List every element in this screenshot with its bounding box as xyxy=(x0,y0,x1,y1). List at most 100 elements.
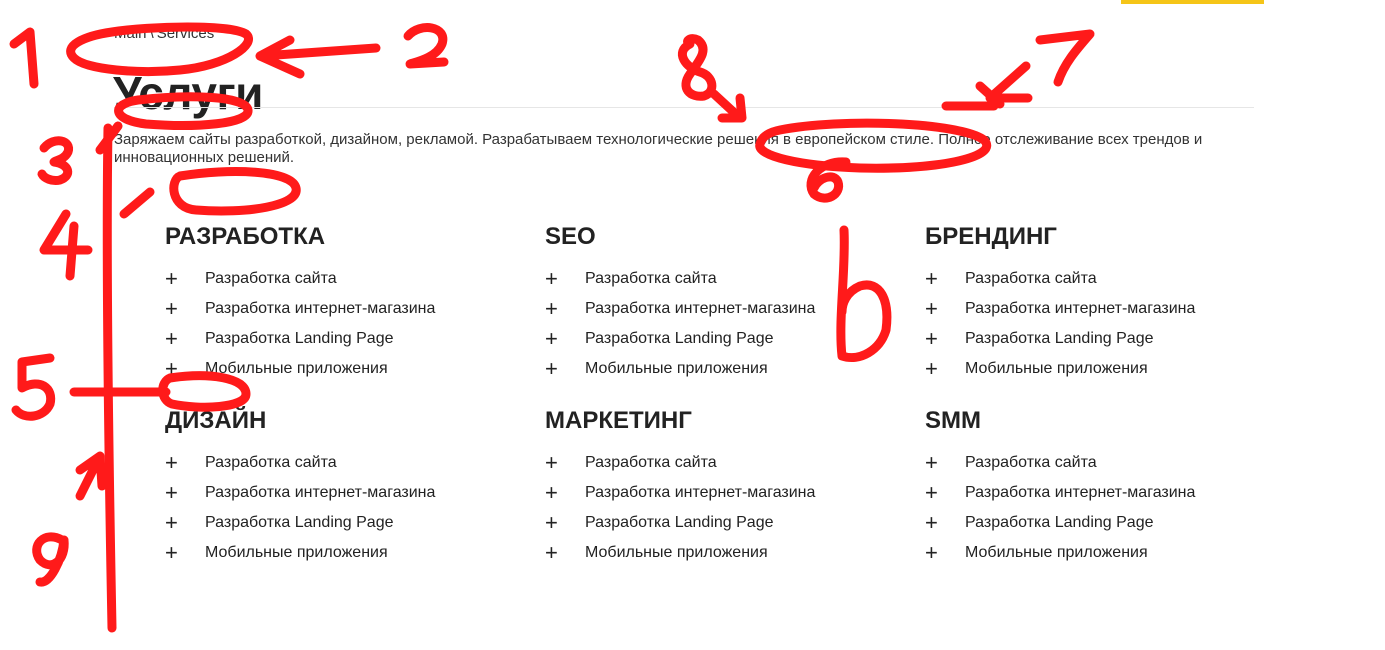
service-list-item[interactable]: + Разработка сайта xyxy=(925,448,1265,478)
service-list-item[interactable]: + Разработка интернет-магазина xyxy=(165,478,545,508)
service-link[interactable]: Разработка интернет-магазина xyxy=(965,300,1195,318)
plus-icon: + xyxy=(165,510,178,535)
plus-icon: + xyxy=(545,296,558,321)
plus-icon: + xyxy=(165,296,178,321)
service-section: РАЗРАБОТКА + Разработка сайта + Разработка и… xyxy=(165,222,545,384)
service-list-item[interactable]: + Разработка Landing Page xyxy=(165,324,545,354)
plus-icon: + xyxy=(165,450,178,475)
service-list-item[interactable]: + Разработка Landing Page xyxy=(925,508,1265,538)
plus-icon: + xyxy=(925,540,938,565)
plus-icon: + xyxy=(545,510,558,535)
annotation-number-5 xyxy=(11,353,56,421)
service-link[interactable]: Мобильные приложения xyxy=(585,544,768,562)
service-list-item[interactable]: + Разработка сайта xyxy=(545,264,925,294)
service-link[interactable]: Разработка сайта xyxy=(585,270,717,288)
section-title: SMM xyxy=(925,407,981,434)
service-link[interactable]: Разработка интернет-магазина xyxy=(205,484,435,502)
service-link[interactable]: Разработка Landing Page xyxy=(205,330,393,348)
service-section: МАРКЕТИНГ + Разработка сайта + Разработка ин… xyxy=(545,406,925,568)
service-list-item[interactable]: + Мобильные приложения xyxy=(165,354,545,384)
service-list: + Разработка сайта + Разработка интернет-ма… xyxy=(545,448,925,568)
service-list-item[interactable]: + Разработка интернет-магазина xyxy=(545,294,925,324)
service-link[interactable]: Разработка интернет-магазина xyxy=(585,484,815,502)
plus-icon: + xyxy=(545,326,558,351)
service-link[interactable]: Мобильные приложения xyxy=(585,360,768,378)
service-link[interactable]: Мобильные приложения xyxy=(205,544,388,562)
service-section: SEO + Разработка сайта + Разработка интернет… xyxy=(545,222,925,384)
plus-icon: + xyxy=(925,510,938,535)
service-list-item[interactable]: + Разработка интернет-магазина xyxy=(165,294,545,324)
annotation-tick-4 xyxy=(119,187,155,219)
service-link[interactable]: Разработка Landing Page xyxy=(965,514,1153,532)
service-list-item[interactable]: + Разработка интернет-магазина xyxy=(545,478,925,508)
service-link[interactable]: Разработка интернет-магазина xyxy=(965,484,1195,502)
section-title: ДИЗАЙН xyxy=(165,407,267,434)
service-list-item[interactable]: + Мобильные приложения xyxy=(545,354,925,384)
service-list: + Разработка сайта + Разработка интернет-ма… xyxy=(165,448,545,568)
plus-icon: + xyxy=(925,296,938,321)
plus-icon: + xyxy=(545,266,558,291)
service-section: SMM + Разработка сайта + Разработка интернет… xyxy=(925,406,1265,568)
plus-icon: + xyxy=(925,480,938,505)
service-list-item[interactable]: + Мобильные приложения xyxy=(545,538,925,568)
plus-icon: + xyxy=(545,480,558,505)
service-list-item[interactable]: + Разработка сайта xyxy=(545,448,925,478)
annotation-number-2 xyxy=(403,23,449,69)
plus-icon: + xyxy=(545,540,558,565)
service-link[interactable]: Мобильные приложения xyxy=(965,360,1148,378)
plus-icon: + xyxy=(925,450,938,475)
page-title: Услуги xyxy=(113,67,263,119)
annotation-number-3 xyxy=(37,136,73,185)
service-list-item[interactable]: + Разработка сайта xyxy=(165,448,545,478)
service-list-item[interactable]: + Мобильные приложения xyxy=(925,354,1265,384)
service-list: + Разработка сайта + Разработка интернет-ма… xyxy=(925,264,1265,384)
plus-icon: + xyxy=(165,356,178,381)
service-list-item[interactable]: + Мобильные приложения xyxy=(925,538,1265,568)
service-section: БРЕНДИНГ + Разработка сайта + Разработка инт… xyxy=(925,222,1265,384)
service-list-item[interactable]: + Мобильные приложения xyxy=(165,538,545,568)
annotation-number-7 xyxy=(1035,29,1095,87)
service-link[interactable]: Мобильные приложения xyxy=(965,544,1148,562)
service-link[interactable]: Разработка сайта xyxy=(585,454,717,472)
annotation-circle-gap-4 xyxy=(169,167,301,216)
breadcrumb-separator: \ xyxy=(149,25,154,42)
service-link[interactable]: Разработка сайта xyxy=(205,270,337,288)
service-list-item[interactable]: + Разработка Landing Page xyxy=(165,508,545,538)
service-link[interactable]: Разработка Landing Page xyxy=(585,330,773,348)
service-link[interactable]: Разработка сайта xyxy=(965,454,1097,472)
plus-icon: + xyxy=(545,450,558,475)
annotation-vertical-line xyxy=(102,123,117,633)
services-grid: РАЗРАБОТКА + Разработка сайта + Разработка и… xyxy=(165,222,1265,568)
plus-icon: + xyxy=(165,540,178,565)
section-title: БРЕНДИНГ xyxy=(925,223,1057,250)
service-link[interactable]: Разработка сайта xyxy=(965,270,1097,288)
service-link[interactable]: Разработка Landing Page xyxy=(585,514,773,532)
service-link[interactable]: Разработка интернет-магазина xyxy=(205,300,435,318)
service-list: + Разработка сайта + Разработка интернет-ма… xyxy=(925,448,1265,568)
service-link[interactable]: Мобильные приложения xyxy=(205,360,388,378)
service-list-item[interactable]: + Разработка сайта xyxy=(165,264,545,294)
breadcrumb-current: Services xyxy=(156,25,215,42)
accent-bar xyxy=(1121,0,1264,4)
service-section: ДИЗАЙН + Разработка сайта + Разработка интер… xyxy=(165,406,545,568)
breadcrumb-home-link[interactable]: Main xyxy=(114,25,147,42)
service-list: + Разработка сайта + Разработка интернет-ма… xyxy=(545,264,925,384)
service-link[interactable]: Разработка сайта xyxy=(205,454,337,472)
service-list-item[interactable]: + Разработка интернет-магазина xyxy=(925,294,1265,324)
annotation-number-1 xyxy=(9,27,39,89)
service-list: + Разработка сайта + Разработка интернет-ма… xyxy=(165,264,545,384)
service-list-item[interactable]: + Разработка Landing Page xyxy=(925,324,1265,354)
service-link[interactable]: Разработка интернет-магазина xyxy=(585,300,815,318)
title-divider xyxy=(114,107,1254,108)
annotation-arrow-2 xyxy=(255,35,381,79)
service-link[interactable]: Разработка Landing Page xyxy=(965,330,1153,348)
plus-icon: + xyxy=(925,326,938,351)
service-link[interactable]: Разработка Landing Page xyxy=(205,514,393,532)
section-title: РАЗРАБОТКА xyxy=(165,223,326,250)
page-description: Заряжаем сайты разработкой, дизайном, ре… xyxy=(114,131,1203,166)
service-list-item[interactable]: + Разработка сайта xyxy=(925,264,1265,294)
service-list-item[interactable]: + Разработка Landing Page xyxy=(545,508,925,538)
annotation-arrow-9 xyxy=(75,451,107,501)
service-list-item[interactable]: + Разработка интернет-магазина xyxy=(925,478,1265,508)
service-list-item[interactable]: + Разработка Landing Page xyxy=(545,324,925,354)
